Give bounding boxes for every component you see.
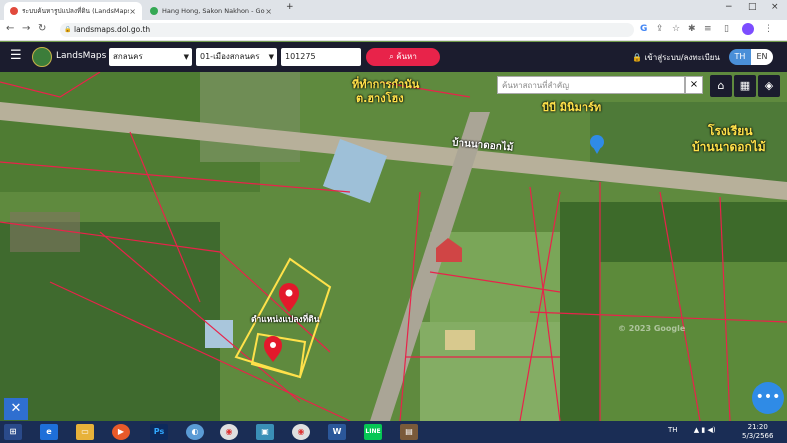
new-tab-button[interactable]: +	[286, 2, 294, 12]
map-pin-icon	[10, 7, 18, 15]
chevron-down-icon: ▼	[183, 53, 189, 61]
tab-close-icon[interactable]: ×	[129, 7, 136, 16]
close-panel-button[interactable]: ✕	[4, 398, 28, 420]
maximize-button[interactable]: □	[748, 2, 757, 12]
tab-title: Hang Hong, Sakon Nakhon - Go	[162, 7, 265, 15]
url-field[interactable]: 🔒 landsmaps.dol.go.th	[60, 23, 634, 37]
lang-th-button[interactable]: TH	[729, 49, 751, 65]
tab-landsmaps[interactable]: ระบบค้นหารูปแปลงที่ดิน (LandsMaps) ×	[4, 2, 142, 20]
share-icon[interactable]: ⇪	[656, 24, 664, 34]
login-link[interactable]: 🔒 เข้าสู่ระบบ/ลงทะเบียน	[632, 51, 720, 64]
minimize-button[interactable]: −	[725, 2, 733, 12]
chrome-icon[interactable]: ◉	[220, 424, 238, 440]
label-school-sub: บ้านนาดอกไม้	[692, 140, 766, 154]
file-explorer-icon[interactable]: ▭	[76, 424, 94, 440]
edge-icon[interactable]: e	[40, 424, 58, 440]
parcel-number-value: 101275	[285, 52, 316, 61]
hamburger-menu-icon[interactable]: ☰	[10, 48, 22, 63]
map-pin-icon	[150, 7, 158, 15]
clock-time: 21:20	[747, 423, 768, 431]
label-office-sub: ต.ฮางโฮง	[356, 92, 404, 105]
login-label: เข้าสู่ระบบ/ลงทะเบียน	[644, 53, 720, 62]
windows-taskbar: ⊞ e ▭ ▶ Ps ◐ ◉ ▣ ◉ W LINE ▤ TH ▲ ▮ ◀) 21…	[0, 421, 787, 443]
app-window-icon[interactable]: ▣	[256, 424, 274, 440]
grid-icon[interactable]: ▦	[734, 75, 756, 97]
app-icon[interactable]: ◐	[186, 424, 204, 440]
parcel-number-input[interactable]: 101275	[281, 48, 361, 66]
province-value: สกลนคร	[113, 52, 143, 61]
input-language: TH	[668, 426, 678, 434]
search-button-label: ค้นหา	[396, 52, 417, 61]
network-icon: ▲ ▮ ◀)	[693, 426, 716, 434]
star-icon[interactable]: ☆	[672, 24, 680, 34]
more-icon[interactable]: ⋮	[764, 24, 773, 34]
map-watermark: © 2023 Google	[618, 324, 686, 333]
address-bar: ← → ↻ 🔒 landsmaps.dol.go.th G ⇪ ☆ ✱ ≡ ▯ …	[0, 20, 787, 41]
chrome-icon[interactable]: ◉	[292, 424, 310, 440]
place-search-clear-button[interactable]: ×	[685, 76, 703, 94]
sidebar-icon[interactable]: ▯	[724, 24, 729, 34]
word-icon[interactable]: W	[328, 424, 346, 440]
windows-start-icon[interactable]: ⊞	[4, 424, 22, 440]
tab-close-icon[interactable]: ×	[265, 7, 272, 16]
app-icon[interactable]: ▤	[400, 424, 418, 440]
profile-avatar[interactable]	[742, 23, 754, 35]
dol-logo	[32, 47, 52, 67]
close-window-button[interactable]: ×	[771, 2, 779, 12]
more-options-button[interactable]: •••	[752, 382, 784, 414]
lang-en-button[interactable]: EN	[751, 49, 773, 65]
satellite-imagery	[0, 72, 787, 421]
chevron-down-icon: ▼	[268, 53, 274, 61]
map-view[interactable]: ที่ทำการกำนัน ต.ฮางโฮง บีบี มินิมาร์ท บ้…	[0, 72, 787, 421]
landsmaps-header: ☰ LandsMaps สกลนคร ▼ 01-เมืองสกลนคร ▼ 1012…	[0, 42, 787, 72]
extensions-icon[interactable]: ✱	[688, 24, 696, 34]
district-value: 01-เมืองสกลนคร	[200, 52, 260, 61]
search-button[interactable]: ⌕ ค้นหา	[366, 48, 440, 66]
tab-title: ระบบค้นหารูปแปลงที่ดิน (LandsMaps)	[22, 7, 130, 15]
district-select[interactable]: 01-เมืองสกลนคร ▼	[196, 48, 277, 66]
clock[interactable]: 21:20 5/3/2566	[742, 423, 773, 441]
place-search-placeholder: ค้นหาสถานที่สำคัญ	[502, 81, 570, 90]
label-shop: บีบี มินิมาร์ท	[542, 101, 602, 114]
media-player-icon[interactable]: ▶	[112, 424, 130, 440]
search-icon: ⌕	[389, 52, 394, 61]
place-search-input[interactable]: ค้นหาสถานที่สำคัญ	[497, 76, 685, 94]
google-icon[interactable]: G	[640, 24, 647, 34]
line-icon[interactable]: LINE	[364, 424, 382, 440]
lock-icon: 🔒	[64, 26, 72, 33]
tab-google-maps[interactable]: Hang Hong, Sakon Nakhon - Go ×	[144, 2, 278, 20]
reload-icon[interactable]: ↻	[38, 23, 46, 34]
browser-tab-strip: ระบบค้นหารูปแปลงที่ดิน (LandsMaps) × Han…	[0, 0, 787, 20]
lock-icon: 🔒	[632, 53, 642, 62]
back-icon[interactable]: ←	[6, 23, 14, 34]
forward-icon[interactable]: →	[22, 23, 30, 34]
clock-date: 5/3/2566	[742, 432, 774, 440]
system-tray[interactable]: TH ▲ ▮ ◀)	[668, 426, 716, 434]
url-text: landsmaps.dol.go.th	[74, 25, 151, 34]
menu-list-icon[interactable]: ≡	[704, 24, 712, 34]
label-parcel: ตำแหน่งแปลงที่ดิน	[251, 315, 320, 325]
layers-icon[interactable]: ◈	[758, 75, 780, 97]
province-select[interactable]: สกลนคร ▼	[109, 48, 192, 66]
home-icon[interactable]: ⌂	[710, 75, 732, 97]
photoshop-icon[interactable]: Ps	[150, 424, 168, 440]
brand-name: LandsMaps	[56, 51, 107, 61]
